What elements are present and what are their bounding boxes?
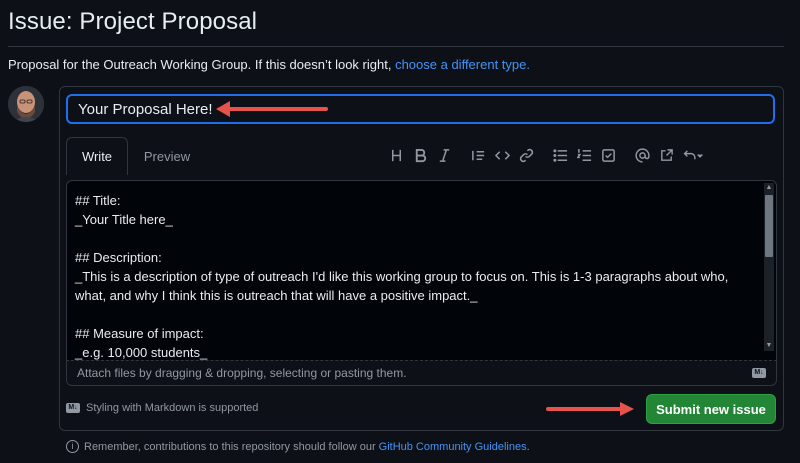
tab-preview[interactable]: Preview — [136, 137, 198, 175]
issue-title-input[interactable] — [66, 94, 775, 124]
issue-body-textarea[interactable]: ## Title: _Your Title here_ ## Descripti… — [66, 180, 777, 360]
intro-description: Proposal for the Outreach Working Group.… — [8, 57, 392, 72]
cross-reference-icon[interactable] — [654, 143, 678, 167]
contribution-guidelines-note: i Remember, contributions to this reposi… — [66, 440, 530, 453]
choose-type-link[interactable]: choose a different type. — [395, 57, 530, 72]
footer-period: . — [526, 440, 530, 453]
unordered-list-icon[interactable] — [548, 143, 572, 167]
italic-icon[interactable] — [432, 143, 456, 167]
submit-new-issue-button[interactable]: Submit new issue — [646, 394, 776, 424]
annotation-arrow-title — [216, 101, 328, 117]
tab-write[interactable]: Write — [66, 137, 128, 175]
markdown-toolbar — [384, 143, 708, 167]
mention-icon[interactable] — [630, 143, 654, 167]
code-icon[interactable] — [490, 143, 514, 167]
footer-text: Remember, contributions to this reposito… — [84, 440, 376, 453]
attach-files-bar[interactable]: Attach files by dragging & dropping, sel… — [66, 360, 777, 386]
link-icon[interactable] — [514, 143, 538, 167]
annotation-arrow-submit — [546, 402, 634, 416]
task-list-icon[interactable] — [596, 143, 620, 167]
editor-tabs: Write Preview — [66, 137, 776, 175]
page-title: Issue: Project Proposal — [8, 8, 258, 35]
editor-scrollbar[interactable]: ▲ ▼ — [764, 183, 774, 351]
community-guidelines-link[interactable]: GitHub Community Guidelines — [379, 441, 527, 453]
info-icon: i — [66, 440, 79, 453]
scroll-thumb[interactable] — [765, 195, 773, 257]
issue-body-text[interactable]: ## Title: _Your Title here_ ## Descripti… — [75, 191, 758, 360]
scroll-up-arrow[interactable]: ▲ — [764, 183, 774, 193]
bold-icon[interactable] — [408, 143, 432, 167]
intro-text: Proposal for the Outreach Working Group.… — [8, 57, 530, 72]
avatar — [8, 86, 44, 122]
quote-icon[interactable] — [466, 143, 490, 167]
markdown-support-text: Styling with Markdown is supported — [86, 402, 259, 414]
attach-files-text: Attach files by dragging & dropping, sel… — [77, 366, 407, 380]
title-divider — [8, 46, 784, 47]
heading-icon[interactable] — [384, 143, 408, 167]
scroll-down-arrow[interactable]: ▼ — [764, 341, 774, 351]
undo-dropdown-icon[interactable] — [678, 143, 708, 167]
ordered-list-icon[interactable] — [572, 143, 596, 167]
markdown-icon: M↓ — [752, 368, 766, 378]
markdown-support-note[interactable]: M↓ Styling with Markdown is supported — [66, 402, 258, 414]
markdown-icon: M↓ — [66, 403, 80, 413]
